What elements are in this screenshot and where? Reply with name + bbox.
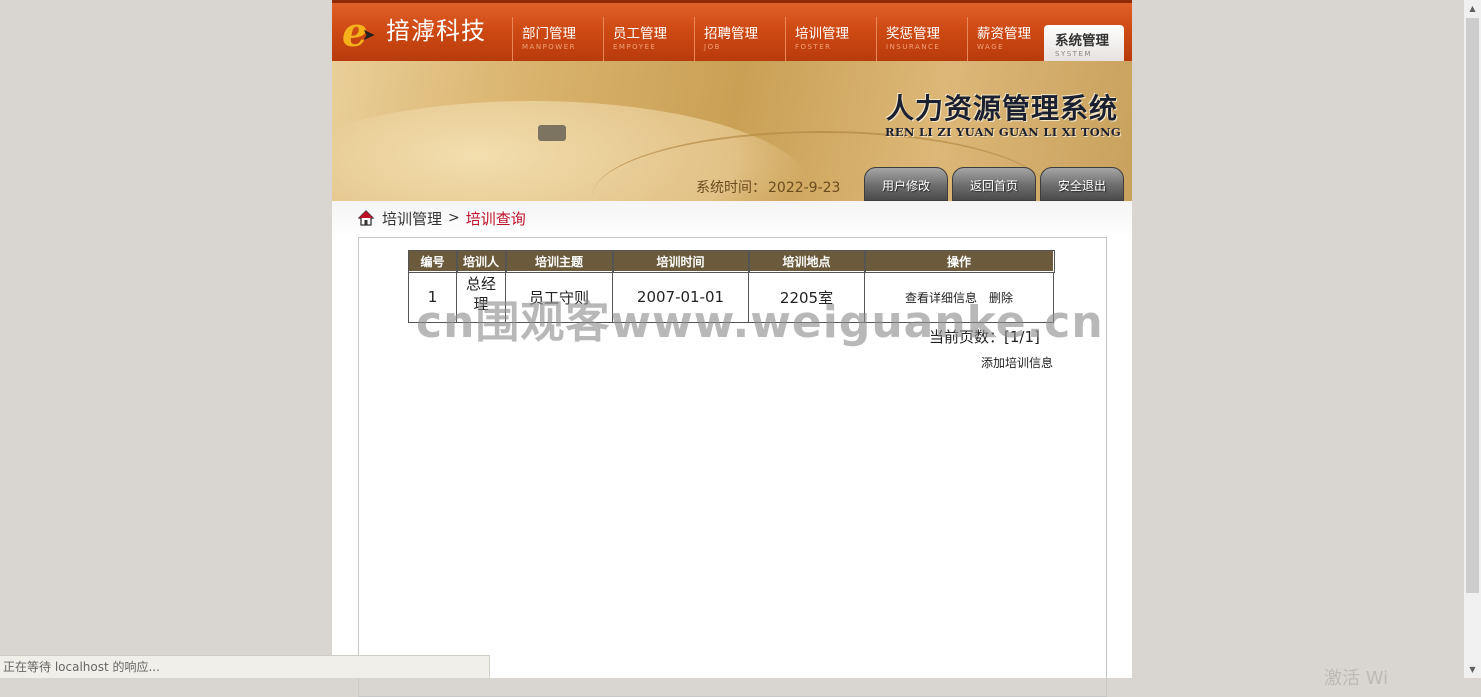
nav-sublabel: JOB [704,43,721,51]
nav-sublabel: SYSTEM [1055,50,1092,58]
system-time-value: 2022-9-23 [768,180,841,196]
breadcrumb-separator: > [448,210,460,226]
logo-text: 揞滹科技 [386,17,486,45]
top-navbar: e ➤ 揞滹科技 部门管理 MANPOWER 员工管理 EMPOYEE 招聘管理… [332,0,1132,61]
logout-button[interactable]: 安全退出 [1040,167,1124,201]
nav-item-employee[interactable]: 员工管理 EMPOYEE [603,17,694,61]
nav-label: 奖惩管理 [886,26,940,42]
col-header-id: 编号 [407,249,458,273]
nav-item-recruit[interactable]: 招聘管理 JOB [694,17,785,61]
company-logo: e ➤ 揞滹科技 [342,9,502,59]
breadcrumb-parent[interactable]: 培训管理 [382,208,442,229]
nav-sublabel: FOSTER [795,43,832,51]
nav-label: 部门管理 [522,26,576,42]
nav-label: 培训管理 [795,26,849,42]
nav-item-system[interactable]: 系统管理 SYSTEM [1044,25,1124,61]
nav-item-training[interactable]: 培训管理 FOSTER [785,17,876,61]
nav-sublabel: INSURANCE [886,43,941,51]
col-header-date: 培训时间 [611,249,750,273]
browser-status-bar: 正在等待 localhost 的响应... [0,655,490,678]
os-activation-overlay: 激活 Wi [1324,668,1389,689]
nav-label: 系统管理 [1055,33,1109,49]
cursor-arrow-icon: ➤ [362,25,376,44]
banner-vehicle-graphic [538,125,566,141]
nav-sublabel: EMPOYEE [613,43,657,51]
col-header-place: 培训地点 [747,249,866,273]
scrollbar-thumb[interactable] [1466,18,1479,593]
header-banner: 人力资源管理系统 REN LI ZI YUAN GUAN LI XI TONG … [332,61,1132,202]
system-time-label: 系统时间： [696,180,766,196]
nav-label: 员工管理 [613,26,667,42]
scroll-up-icon[interactable]: ▲ [1464,0,1481,17]
scroll-down-icon[interactable]: ▼ [1464,661,1481,678]
home-icon [358,210,374,226]
watermark-text: cn围观客www.weiguanke.cn [416,297,1104,348]
add-training-link[interactable]: 添加培训信息 [981,354,1053,371]
home-button[interactable]: 返回首页 [952,167,1036,201]
table-header-row: 编号 培训人 培训主题 培训时间 培训地点 操作 [407,249,1055,273]
page-scrollbar[interactable]: ▲ ▼ [1464,0,1481,678]
breadcrumb: 培训管理 > 培训查询 [358,205,526,231]
col-header-actions: 操作 [863,249,1055,273]
main-nav: 部门管理 MANPOWER 员工管理 EMPOYEE 招聘管理 JOB 培训管理… [512,17,1124,61]
col-header-topic: 培训主题 [504,249,614,273]
system-title-pinyin: REN LI ZI YUAN GUAN LI XI TONG [885,125,1122,139]
banner-actions: 用户修改 返回首页 安全退出 [864,167,1124,201]
col-header-person: 培训人 [455,249,507,273]
system-title: 人力资源管理系统 [886,92,1119,125]
nav-item-rewards[interactable]: 奖惩管理 INSURANCE [876,17,967,61]
edit-user-button[interactable]: 用户修改 [864,167,948,201]
nav-item-department[interactable]: 部门管理 MANPOWER [512,17,603,61]
breadcrumb-current: 培训查询 [465,209,526,228]
system-time: 系统时间： 2022-9-23 [694,177,840,197]
nav-sublabel: MANPOWER [522,43,577,51]
nav-label: 招聘管理 [704,26,758,42]
